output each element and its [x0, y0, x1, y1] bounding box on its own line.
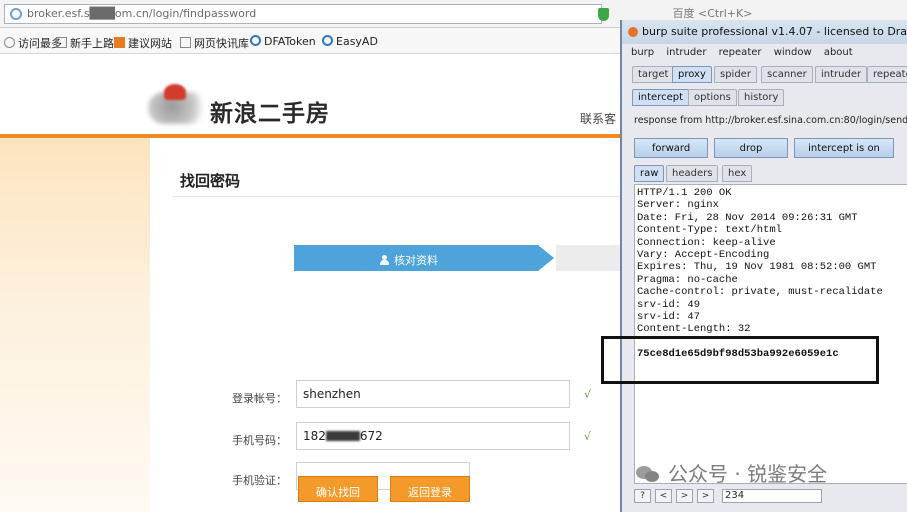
menu-intruder[interactable]: intruder	[666, 47, 706, 58]
title-divider	[172, 196, 620, 197]
site-globe-icon	[10, 8, 22, 20]
tab-target[interactable]: target	[632, 66, 675, 83]
ie-icon	[322, 35, 333, 46]
prev-match-button[interactable]: <	[655, 489, 672, 503]
page-icon	[56, 37, 67, 48]
search-input[interactable]: 234	[722, 489, 822, 503]
burp-proxy-subtabs: intercept options history	[622, 89, 907, 109]
user-icon	[380, 255, 389, 265]
burp-app-icon	[628, 27, 638, 37]
response-header-line: Content-Type: text/html	[637, 224, 782, 237]
tab-hex[interactable]: hex	[722, 165, 753, 182]
tab-repeater[interactable]: repeater	[867, 66, 907, 83]
ie-icon	[250, 35, 261, 46]
menu-window[interactable]: window	[774, 47, 812, 58]
intercept-toggle-button[interactable]: intercept is on	[794, 138, 894, 158]
step-verify-info: 核对资料	[294, 245, 554, 271]
watermark-text: 公众号 · 锐鉴安全	[668, 462, 828, 486]
menu-repeater[interactable]: repeater	[719, 47, 762, 58]
tab-spider[interactable]: spider	[714, 66, 757, 83]
screenshot-root: broker.esf.s███om.cn/login/findpassword …	[0, 0, 907, 512]
account-input[interactable]: shenzhen	[296, 380, 570, 408]
phone-input[interactable]: 182 672	[296, 422, 570, 450]
tab-intruder[interactable]: intruder	[815, 66, 868, 83]
search-nav-bar: ? < > > 234	[634, 486, 907, 506]
response-header-line: Pragma: no-cache	[637, 273, 738, 286]
header-link-partial[interactable]: 联系客	[580, 110, 616, 127]
response-header-line: HTTP/1.1 200 OK	[637, 187, 732, 199]
burp-title-text: burp suite professional v1.4.07 - licens…	[642, 25, 907, 38]
page-title: 找回密码	[180, 172, 241, 190]
tab-intercept[interactable]: intercept	[632, 89, 689, 106]
account-label: 登录帐号：	[232, 392, 287, 405]
response-header-line: Expires: Thu, 19 Nov 1981 08:52:00 GMT	[637, 261, 877, 274]
response-editor[interactable]: HTTP/1.1 200 OK Server: nginx Date: Fri, 2…	[634, 184, 907, 484]
response-header-line: Vary: Accept-Encoding	[637, 249, 770, 262]
menu-burp[interactable]: burp	[631, 47, 654, 58]
response-header-line: srv-id: 47	[637, 311, 701, 324]
page-icon	[180, 37, 191, 48]
page-background	[0, 138, 150, 512]
phone-redaction	[325, 431, 360, 441]
watermark: 公众号 · 锐鉴安全	[636, 458, 827, 487]
sms-code-label: 手机验证：	[232, 474, 287, 487]
tab-raw[interactable]: raw	[634, 165, 665, 182]
bookmark-web-slice[interactable]: 网页快讯库	[180, 35, 249, 51]
web-page: 新浪二手房 联系客 找回密码 核对资料 登录帐号： shenzhen √ 手机号…	[0, 54, 620, 512]
tab-headers[interactable]: headers	[666, 165, 719, 182]
tab-scanner[interactable]: scanner	[761, 66, 813, 83]
burp-top-tabs: target proxy spider scanner intruder rep…	[622, 66, 907, 86]
tab-history[interactable]: history	[738, 89, 785, 106]
response-header-line: Date: Fri, 28 Nov 2014 09:26:31 GMT	[637, 211, 858, 224]
url-field[interactable]: broker.esf.s███om.cn/login/findpassword	[4, 4, 602, 24]
next-match-button[interactable]: >	[676, 489, 693, 503]
drop-button[interactable]: drop	[714, 138, 788, 158]
logo-text: 新浪二手房	[210, 101, 330, 127]
burp-menu-bar: burp intruder repeater window about	[622, 44, 907, 64]
confirm-button[interactable]: 确认找回	[298, 476, 378, 502]
response-source: response from http://broker.esf.sina.com…	[634, 115, 907, 126]
highlight-annotation-box	[601, 336, 879, 384]
security-shield-icon[interactable]	[598, 7, 609, 21]
back-to-login-button[interactable]: 返回登录	[390, 476, 470, 502]
bookmark-suggested-sites[interactable]: 建议网站	[114, 35, 172, 51]
response-header-line: Connection: keep-alive	[637, 236, 776, 249]
burp-title-bar: burp suite professional v1.4.07 - licens…	[622, 20, 907, 44]
phone-label: 手机号码：	[232, 434, 287, 447]
response-header-line: srv-id: 49	[637, 298, 701, 311]
address-bar-controls: 百度 <Ctrl+K>	[598, 5, 752, 21]
wechat-icon	[636, 464, 660, 484]
suggested-sites-icon	[114, 37, 125, 48]
bookmark-most-visited[interactable]: 访问最多	[4, 35, 62, 51]
bookmark-easyad[interactable]: EasyAD	[322, 35, 378, 48]
response-header-line: Content-Length: 32	[637, 323, 751, 336]
forward-button[interactable]: forward	[634, 138, 708, 158]
tab-proxy[interactable]: proxy	[672, 66, 712, 83]
url-text: broker.esf.s███om.cn/login/findpassword	[27, 7, 257, 20]
last-match-button[interactable]: >	[697, 489, 714, 503]
tab-options[interactable]: options	[688, 89, 737, 106]
bookmark-getting-started[interactable]: 新手上路	[56, 35, 114, 51]
phone-check-mark: √	[584, 430, 592, 443]
search-hint[interactable]: 百度 <Ctrl+K>	[673, 7, 753, 20]
bookmark-dfatoken[interactable]: DFAToken	[250, 35, 316, 48]
response-header-line: Server: nginx	[637, 199, 719, 212]
menu-about[interactable]: about	[824, 47, 853, 58]
help-button[interactable]: ?	[634, 489, 651, 503]
response-header-line: Cache-control: private, must-recalidate	[637, 286, 883, 299]
burp-suite-window: burp suite professional v1.4.07 - licens…	[620, 20, 907, 512]
gear-icon	[4, 37, 15, 48]
find-password-card: 找回密码 核对资料 登录帐号： shenzhen √ 手机号码： 182 672 …	[150, 150, 620, 512]
step-verify-label: 核对资料	[380, 252, 438, 268]
step-next	[556, 245, 620, 271]
account-check-mark: √	[584, 388, 592, 401]
burp-view-tabs: raw headers hex	[622, 165, 907, 185]
logo-eye-icon	[164, 84, 186, 100]
